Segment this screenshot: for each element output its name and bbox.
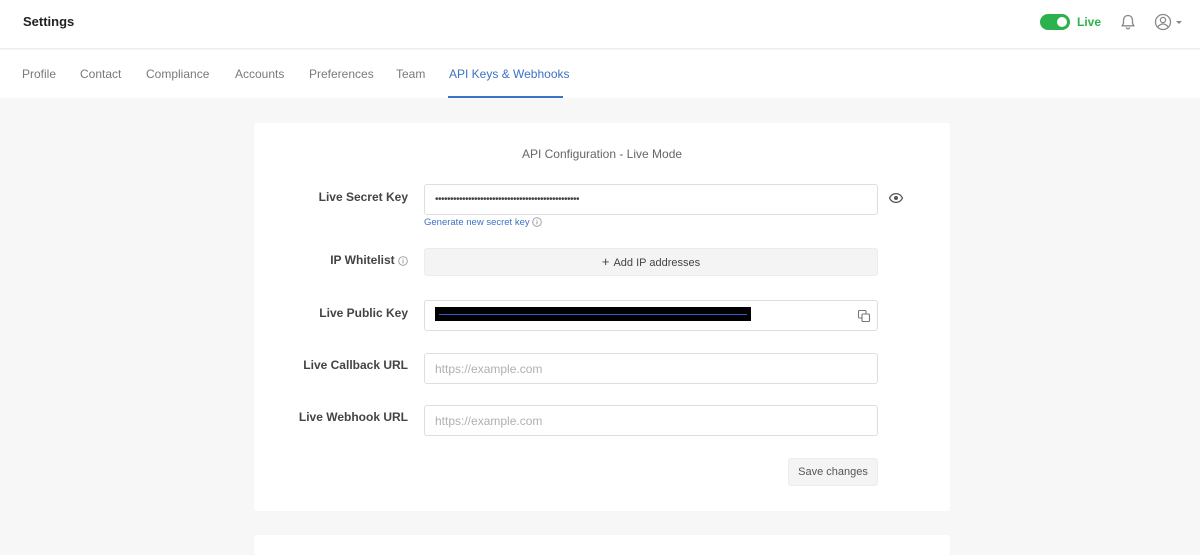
plus-icon: + [601, 254, 610, 269]
tab-api-keys-webhooks[interactable]: API Keys & Webhooks [449, 67, 570, 81]
active-tab-indicator [448, 96, 563, 98]
live-mode-toggle[interactable] [1040, 14, 1070, 30]
api-configuration-card: API Configuration - Live Mode Live Secre… [254, 123, 950, 511]
generate-secret-key-link[interactable]: Generate new secret key [424, 217, 543, 228]
public-key-field[interactable] [424, 300, 878, 331]
tab-compliance[interactable]: Compliance [146, 67, 209, 81]
secret-key-label: Live Secret Key [318, 190, 408, 204]
tab-contact[interactable]: Contact [80, 67, 121, 81]
save-changes-button[interactable]: Save changes [788, 458, 878, 486]
webhook-url-field[interactable] [424, 405, 878, 436]
secret-key-field[interactable] [424, 184, 878, 215]
user-menu-icon[interactable] [1154, 12, 1184, 32]
secret-key-input[interactable] [425, 185, 877, 214]
card-title: API Configuration - Live Mode [521, 147, 683, 161]
webhook-url-label: Live Webhook URL [298, 410, 408, 424]
generate-secret-key-label: Generate new secret key [424, 217, 530, 228]
secondary-card [254, 535, 950, 555]
redaction-line [439, 314, 747, 315]
webhook-url-input[interactable] [425, 406, 877, 435]
ip-whitelist-label-text: IP Whitelist [330, 253, 395, 267]
copy-icon[interactable] [857, 309, 871, 323]
public-key-label: Live Public Key [319, 306, 408, 320]
toggle-knob [1057, 17, 1067, 27]
ip-whitelist-label: IP Whitelist [330, 253, 408, 267]
callback-url-input[interactable] [425, 354, 877, 383]
settings-tabs: Profile Contact Compliance Accounts Pref… [0, 50, 1200, 98]
page-title: Settings [23, 14, 75, 29]
bell-icon[interactable] [1119, 13, 1137, 31]
live-mode-label: Live [1077, 15, 1102, 29]
tab-preferences[interactable]: Preferences [309, 67, 374, 81]
callback-url-label: Live Callback URL [303, 358, 408, 372]
redacted-public-key [435, 307, 751, 321]
info-icon [398, 256, 408, 266]
add-ip-addresses-button[interactable]: + Add IP addresses [424, 248, 878, 276]
eye-icon[interactable] [888, 190, 904, 206]
top-bar: Settings Live [0, 0, 1200, 49]
add-ip-label: Add IP addresses [613, 257, 701, 269]
tab-profile[interactable]: Profile [22, 67, 56, 81]
tab-team[interactable]: Team [396, 67, 425, 81]
tab-accounts[interactable]: Accounts [235, 67, 284, 81]
callback-url-field[interactable] [424, 353, 878, 384]
info-icon [532, 217, 543, 228]
